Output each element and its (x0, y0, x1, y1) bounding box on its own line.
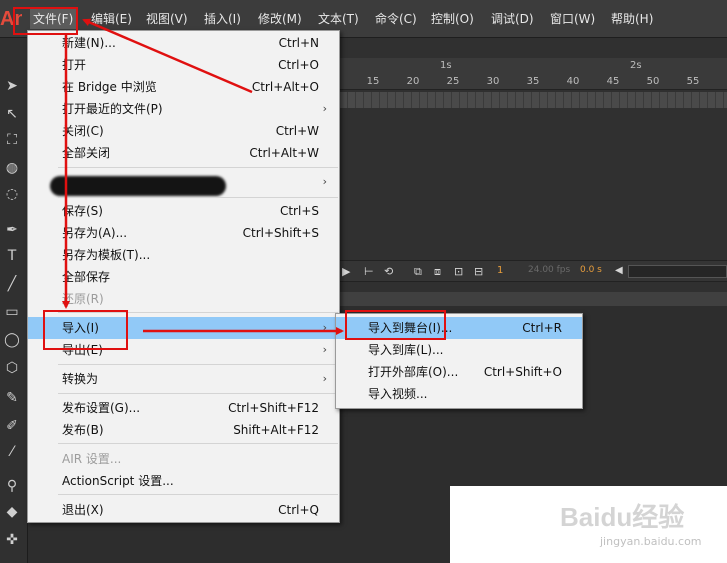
frame-number: 35 (526, 76, 540, 87)
file-menu: 新建(N)... Ctrl+N 打开 Ctrl+O 在 Bridge 中浏览 Ctrl… (27, 30, 340, 523)
current-frame: 1 (497, 265, 504, 276)
menu-text[interactable]: 文本(T) (318, 9, 359, 29)
menu-item-close-all[interactable]: 全部关闭 Ctrl+Alt+W (28, 142, 339, 164)
redaction-mark (50, 176, 226, 196)
frame-number: 55 (686, 76, 700, 87)
frame-number: 50 (646, 76, 660, 87)
selection-tool-icon[interactable]: ➤ (2, 76, 22, 96)
menu-item-save-as-template[interactable]: 另存为模板(T)... (28, 244, 339, 266)
menu-separator (58, 167, 338, 168)
play-icon[interactable]: ▶ (342, 265, 350, 278)
frame-number: 25 (446, 76, 460, 87)
modify-markers-icon[interactable]: ⊟ (474, 265, 483, 278)
bone-tool-icon[interactable]: ⚲ (2, 476, 22, 496)
menu-item-convert-to[interactable]: 转换为 › (28, 368, 339, 390)
timeline-scrollbar[interactable] (628, 265, 727, 278)
menu-item-browse-bridge[interactable]: 在 Bridge 中浏览 Ctrl+Alt+O (28, 76, 339, 98)
onion-outline-icon[interactable]: ⧈ (434, 265, 441, 279)
menu-item-publish[interactable]: 发布(B) Shift+Alt+F12 (28, 419, 339, 441)
3d-rotation-tool-icon[interactable]: ◍ (2, 158, 22, 178)
menu-window[interactable]: 窗口(W) (550, 9, 595, 29)
polystar-tool-icon[interactable]: ⬡ (2, 358, 22, 378)
menu-item-new[interactable]: 新建(N)... Ctrl+N (28, 32, 339, 54)
timeline-ruler[interactable]: 1s 2s 15 20 25 30 35 40 45 50 55 (340, 58, 727, 90)
frame-number: 20 (406, 76, 420, 87)
menu-item-revert: 还原(R) (62, 292, 104, 306)
watermark-url: jingyan.baidu.com (600, 535, 702, 548)
menu-item-import-video[interactable]: 导入视频... (336, 383, 582, 405)
menu-item-save[interactable]: 保存(S) Ctrl+S (28, 200, 339, 222)
frame-number: 30 (486, 76, 500, 87)
frame-rate[interactable]: 24.00 fps (528, 265, 570, 275)
frame-number: 45 (606, 76, 620, 87)
rectangle-tool-icon[interactable]: ▭ (2, 302, 22, 322)
frame-strip[interactable] (340, 92, 727, 108)
loop-icon[interactable]: ⟲ (384, 265, 393, 278)
second-marker: 2s (630, 60, 642, 71)
menu-item-air-settings: AIR 设置... (62, 452, 122, 466)
center-frame-icon[interactable]: ⊢ (364, 265, 374, 278)
paint-bucket-tool-icon[interactable]: ◆ (2, 502, 22, 522)
menu-edit[interactable]: 编辑(E) (91, 9, 132, 29)
lasso-tool-icon[interactable]: ◌ (2, 184, 22, 204)
pen-tool-icon[interactable]: ✒ (2, 220, 22, 240)
brush-tool-icon[interactable]: ✐ (2, 416, 22, 436)
frame-number: 15 (366, 76, 380, 87)
menu-item-publish-settings[interactable]: 发布设置(G)... Ctrl+Shift+F12 (28, 397, 339, 419)
menu-item-save-all[interactable]: 全部保存 (28, 266, 339, 288)
pencil-tool-icon[interactable]: ✎ (2, 388, 22, 408)
menu-item-exit[interactable]: 退出(X) Ctrl+Q (28, 499, 339, 521)
subselection-tool-icon[interactable]: ↖ (2, 104, 22, 124)
menu-item-close[interactable]: 关闭(C) Ctrl+W (28, 120, 339, 142)
menu-separator (58, 312, 338, 313)
line-tool-icon[interactable]: ╱ (2, 274, 22, 294)
menu-item-import-to-stage[interactable]: 导入到舞台(I)... Ctrl+R (336, 317, 582, 339)
menu-item-open[interactable]: 打开 Ctrl+O (28, 54, 339, 76)
menu-separator (58, 494, 338, 495)
edit-multiple-frames-icon[interactable]: ⊡ (454, 265, 463, 278)
menu-view[interactable]: 视图(V) (146, 9, 188, 29)
second-marker: 1s (440, 60, 452, 71)
transform-tool-icon[interactable]: ⛶ (2, 130, 22, 150)
menu-debug[interactable]: 调试(D) (491, 9, 534, 29)
menu-separator (58, 393, 338, 394)
elapsed-time: 0.0 s (580, 265, 602, 275)
menu-modify[interactable]: 修改(M) (258, 9, 302, 29)
onion-skin-icon[interactable]: ⧉ (414, 265, 422, 279)
menu-commands[interactable]: 命令(C) (375, 9, 417, 29)
menu-item-export[interactable]: 导出(E) › (28, 339, 339, 361)
menu-item-import-to-library[interactable]: 导入到库(L)... (336, 339, 582, 361)
menu-separator (58, 443, 338, 444)
paint-brush-tool-icon[interactable]: ⁄ (2, 442, 22, 462)
menu-item-import[interactable]: 导入(I) › (28, 317, 339, 339)
timeline-controls: ▶ ⊢ ⟲ ⧉ ⧈ ⊡ ⊟ 1 24.00 fps 0.0 s ◀ (340, 260, 727, 282)
menu-insert[interactable]: 插入(I) (204, 9, 241, 29)
eyedropper-tool-icon[interactable]: ✜ (2, 530, 22, 550)
app-logo: An (0, 8, 22, 30)
watermark-logo: Baidu经验 (560, 502, 685, 532)
menu-file[interactable]: 文件(F) (30, 9, 77, 29)
menu-help[interactable]: 帮助(H) (611, 9, 653, 29)
text-tool-icon[interactable]: T (2, 246, 22, 266)
menu-item-actionscript-settings[interactable]: ActionScript 设置... (28, 470, 339, 492)
scroll-left-icon[interactable]: ◀ (615, 265, 623, 276)
menu-item-save-as[interactable]: 另存为(A)... Ctrl+Shift+S (28, 222, 339, 244)
import-submenu: 导入到舞台(I)... Ctrl+R 导入到库(L)... 打开外部库(O)...… (335, 313, 583, 409)
tools-panel: ➤ ↖ ⛶ ◍ ◌ ✒ T ╱ ▭ ◯ ⬡ ✎ ✐ ⁄ ⚲ ◆ ✜ (0, 38, 28, 563)
panel-divider (340, 292, 727, 306)
menu-separator (58, 364, 338, 365)
menu-separator (58, 197, 338, 198)
menu-item-open-recent[interactable]: 打开最近的文件(P) › (28, 98, 339, 120)
menu-item-open-external-library[interactable]: 打开外部库(O)... Ctrl+Shift+O (336, 361, 582, 383)
frame-number: 40 (566, 76, 580, 87)
oval-tool-icon[interactable]: ◯ (2, 330, 22, 350)
menu-control[interactable]: 控制(O) (431, 9, 474, 29)
